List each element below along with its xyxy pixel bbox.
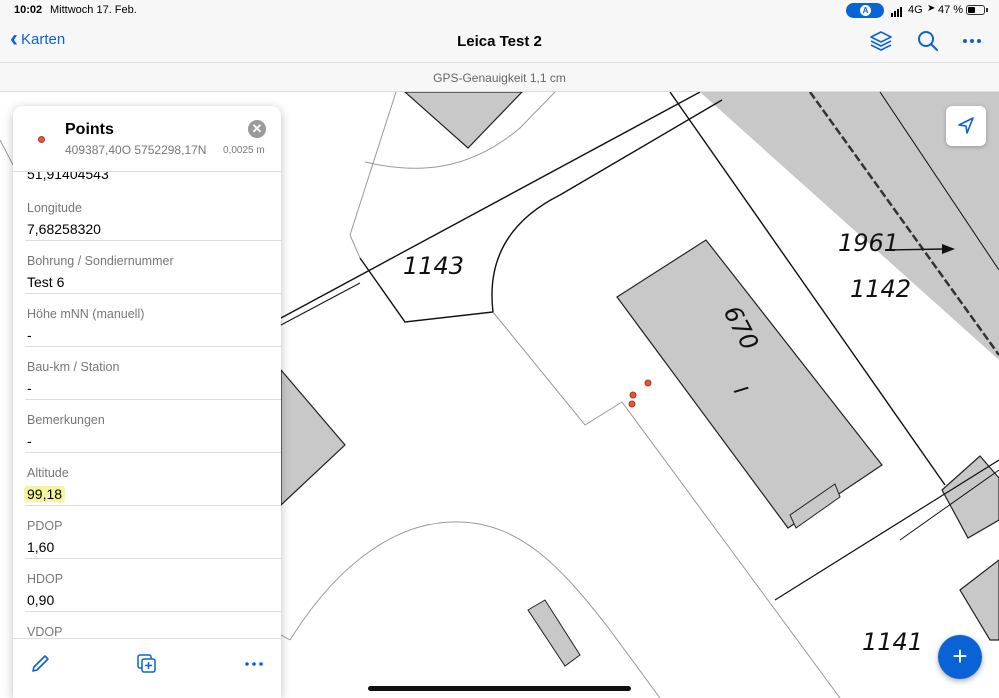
more-icon[interactable] — [960, 30, 984, 52]
add-button[interactable]: + — [938, 635, 982, 679]
field-label: HDOP — [27, 572, 64, 586]
field-label: VDOP — [27, 625, 63, 638]
field-label: Bau-km / Station — [27, 360, 120, 374]
field-pdop: PDOP 1,60 — [13, 506, 281, 559]
edit-button[interactable] — [27, 651, 53, 677]
add-icon: + — [952, 641, 968, 671]
layers-icon[interactable] — [869, 30, 893, 52]
compass-icon — [958, 117, 974, 134]
battery-percent: 47 % — [938, 4, 964, 16]
field-label: Longitude — [27, 201, 82, 215]
path-line — [280, 634, 291, 641]
building — [527, 599, 581, 667]
close-icon: ✕ — [251, 121, 263, 136]
field-label: PDOP — [27, 519, 63, 533]
locate-button[interactable] — [946, 106, 986, 146]
search-icon[interactable] — [916, 30, 940, 52]
more-options-button[interactable] — [241, 651, 267, 677]
field-hdop: HDOP 0,90 — [13, 559, 281, 612]
popup-header: Points 409387,40O 5752298,17N 0,0025 m ✕ — [13, 106, 281, 172]
field-value: 0,90 — [27, 592, 55, 608]
building — [280, 368, 346, 507]
parcel-label: 1142 — [850, 275, 912, 303]
survey-point — [644, 379, 652, 387]
navigation-bar: ‹ Karten Leica Test 2 — [0, 20, 999, 62]
gps-accuracy-bar: GPS-Genauigkeit 1,1 cm — [0, 62, 999, 92]
attribute-list[interactable]: 51,91404543 Longitude 7,68258320 Bohrung… — [13, 172, 281, 638]
home-indicator[interactable] — [368, 686, 631, 691]
parcel-line — [280, 282, 361, 326]
popup-toolbar — [13, 638, 281, 698]
edit-icon — [32, 655, 49, 672]
field-vdop: VDOP — [13, 612, 281, 638]
latitude-value-partial: 51,91404543 — [27, 172, 109, 182]
field-value: 1,60 — [27, 539, 55, 555]
parcel-label: 1141 — [862, 628, 924, 656]
field-altitude: Altitude 99,18 — [13, 453, 281, 506]
path-line — [289, 521, 661, 698]
field-bemerkungen: Bemerkungen - — [13, 400, 281, 453]
more-icon — [245, 662, 263, 666]
building — [959, 559, 999, 641]
survey-point — [629, 391, 637, 399]
close-button[interactable]: ✕ — [248, 120, 266, 138]
status-date: Mittwoch 17. Feb. — [50, 4, 137, 16]
path-line — [349, 92, 397, 259]
popup-accuracy: 0,0025 m — [223, 145, 265, 156]
field-bohrung: Bohrung / Sondiernummer Test 6 — [13, 241, 281, 294]
parcel-label: 1961 — [838, 229, 900, 257]
field-longitude: Longitude 7,68258320 — [13, 188, 281, 241]
copy-icon — [137, 654, 156, 673]
field-value: Test 6 — [27, 274, 65, 290]
account-badge[interactable]: A — [846, 3, 884, 18]
field-label: Höhe mNN (manuell) — [27, 307, 145, 321]
point-symbol-icon — [38, 136, 45, 143]
field-label: Bemerkungen — [27, 413, 105, 427]
field-label: Altitude — [27, 466, 69, 480]
back-button[interactable]: ‹ Karten — [10, 25, 66, 52]
signal-icon — [891, 5, 903, 17]
chevron-left-icon: ‹ — [10, 25, 18, 52]
back-label: Karten — [21, 30, 66, 48]
page-title: Leica Test 2 — [457, 33, 542, 50]
field-value: - — [27, 433, 32, 449]
account-badge-label: A — [860, 5, 871, 16]
path-line — [0, 139, 14, 166]
status-time: 10:02 — [14, 4, 43, 16]
battery-cap — [986, 8, 988, 12]
building — [941, 455, 999, 539]
field-value: - — [27, 380, 32, 396]
field-baukm: Bau-km / Station - — [13, 347, 281, 400]
battery-icon — [966, 5, 985, 15]
status-bar: 10:02 Mittwoch 17. Feb. A 4G ➤ 47 % — [0, 0, 999, 20]
survey-point — [628, 400, 636, 408]
popup-title: Points — [65, 121, 114, 138]
duplicate-button[interactable] — [134, 651, 160, 677]
network-type: 4G — [908, 4, 923, 16]
location-arrow-icon: ➤ — [927, 3, 936, 14]
field-value: - — [27, 327, 32, 343]
field-value-wrapper: 99,18 — [24, 486, 66, 502]
feature-popup: Points 409387,40O 5752298,17N 0,0025 m ✕… — [13, 106, 281, 698]
field-value: 7,68258320 — [27, 221, 101, 237]
parcel-label: 1143 — [403, 252, 465, 280]
field-hoehe: Höhe mNN (manuell) - — [13, 294, 281, 347]
popup-coordinates: 409387,40O 5752298,17N — [65, 143, 207, 157]
field-label: Bohrung / Sondiernummer — [27, 254, 174, 268]
field-value-highlighted: 99,18 — [24, 486, 66, 502]
